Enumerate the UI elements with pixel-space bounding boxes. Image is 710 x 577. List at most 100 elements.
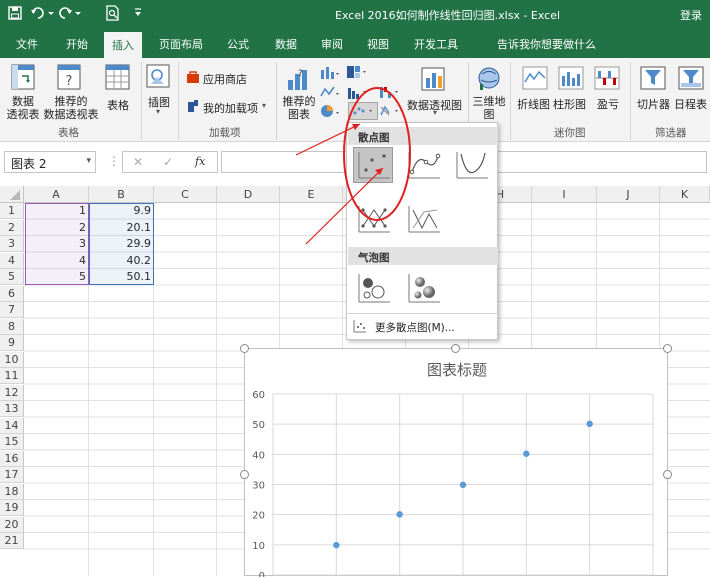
row-header-16[interactable]: 16 — [0, 450, 24, 467]
row-header-11[interactable]: 11 — [0, 368, 24, 384]
bubble-chart-icon[interactable] — [353, 269, 393, 305]
scatter-straight-markers-icon[interactable] — [353, 201, 393, 237]
pivot-chart-dropdown-icon[interactable]: ▾ — [433, 108, 437, 117]
row-header-1[interactable]: 1 — [0, 203, 24, 219]
row-header-13[interactable]: 13 — [0, 401, 24, 417]
timeline-icon[interactable] — [678, 66, 704, 93]
tab-developer[interactable]: 开发工具 — [414, 36, 458, 52]
tell-me-search[interactable]: 告诉我你想要做什么 — [497, 36, 596, 52]
row-header-8[interactable]: 8 — [0, 318, 24, 335]
more-scatter-charts[interactable]: 更多散点图(M)... — [375, 320, 455, 335]
tab-page-layout[interactable]: 页面布局 — [159, 36, 203, 52]
column-header-e[interactable]: E — [280, 186, 343, 203]
3d-map-icon[interactable] — [476, 64, 502, 95]
undo-icon[interactable] — [30, 5, 54, 24]
column-header-k[interactable]: K — [660, 186, 710, 203]
select-all-corner[interactable] — [0, 186, 24, 203]
recommended-charts-label[interactable]: 推荐的 图表 — [280, 95, 318, 121]
statistic-chart-icon[interactable] — [346, 84, 368, 103]
recommended-pivot-label[interactable]: 推荐的 数据透视表 — [42, 95, 100, 121]
row-header-12[interactable]: 12 — [0, 384, 24, 401]
pie-chart-icon[interactable] — [320, 103, 340, 122]
sparkline-column-icon[interactable] — [558, 66, 584, 93]
timeline-button[interactable]: 日程表 — [674, 96, 707, 112]
redo-icon[interactable] — [58, 5, 82, 24]
slicer-icon[interactable] — [640, 66, 666, 93]
row-header-10[interactable]: 10 — [0, 351, 24, 368]
row-header-15[interactable]: 15 — [0, 434, 24, 450]
scatter-straight-lines-icon[interactable] — [403, 201, 443, 237]
store-icon[interactable] — [186, 70, 200, 87]
row-header-4[interactable]: 4 — [0, 252, 24, 269]
scatter-markers-only-icon[interactable] — [353, 147, 393, 183]
sparkline-winloss-icon[interactable] — [594, 66, 620, 93]
column-header-c[interactable]: C — [154, 186, 217, 203]
name-box-dropdown-icon[interactable]: ▾ — [86, 156, 91, 166]
scatter-smooth-markers-icon[interactable] — [403, 147, 443, 183]
my-addins-button[interactable]: 我的加载项 — [203, 100, 258, 116]
tab-review[interactable]: 审阅 — [321, 36, 343, 52]
row-header-18[interactable]: 18 — [0, 483, 24, 500]
my-addins-dropdown-icon[interactable]: ▾ — [262, 101, 266, 110]
hierarchy-chart-icon[interactable] — [346, 64, 368, 83]
row-header-14[interactable]: 14 — [0, 417, 24, 434]
row-header-6[interactable]: 6 — [0, 285, 24, 302]
row-header-3[interactable]: 3 — [0, 236, 24, 252]
waterfall-chart-icon[interactable] — [378, 84, 400, 103]
recommended-charts-icon[interactable]: ? — [286, 66, 312, 95]
sparkline-winloss-button[interactable]: 盈亏 — [597, 96, 619, 112]
column-header-d[interactable]: D — [217, 186, 280, 203]
tab-view[interactable]: 视图 — [367, 36, 389, 52]
tab-file[interactable]: 文件 — [16, 36, 38, 52]
tab-home[interactable]: 开始 — [66, 36, 88, 52]
scatter-chart[interactable]: 图表标题 0 10 20 30 40 50 60 — [244, 348, 668, 577]
resize-handle[interactable] — [663, 344, 672, 353]
row-header-20[interactable]: 20 — [0, 516, 24, 533]
resize-handle[interactable] — [663, 470, 672, 479]
tab-insert[interactable]: 插入 — [104, 32, 142, 58]
illustrations-icon[interactable] — [146, 64, 172, 93]
column-header-b[interactable]: B — [89, 186, 154, 203]
3d-bubble-chart-icon[interactable] — [403, 269, 443, 305]
pivot-table-icon[interactable] — [11, 64, 37, 95]
cancel-icon[interactable]: ✕ — [133, 155, 143, 169]
line-chart-icon[interactable] — [320, 84, 340, 103]
my-addins-icon[interactable] — [186, 99, 200, 116]
save-icon[interactable] — [8, 6, 22, 23]
sparkline-line-button[interactable]: 折线图 — [517, 96, 550, 112]
3d-map-label[interactable]: 三维地图 — [470, 95, 508, 121]
enter-icon[interactable]: ✓ — [163, 155, 173, 169]
row-header-7[interactable]: 7 — [0, 302, 24, 318]
insert-function-icon[interactable]: fx — [195, 155, 205, 168]
row-header-21[interactable]: 21 — [0, 533, 24, 549]
pivot-table-label[interactable]: 数据 透视表 — [4, 95, 42, 121]
table-icon[interactable] — [105, 64, 131, 95]
sparkline-line-icon[interactable] — [522, 66, 548, 93]
store-button[interactable]: 应用商店 — [203, 71, 247, 87]
login-link[interactable]: 登录 — [680, 7, 702, 23]
row-header-2[interactable]: 2 — [0, 219, 24, 236]
column-header-i[interactable]: I — [532, 186, 597, 203]
sparkline-column-button[interactable]: 柱形图 — [553, 96, 586, 112]
pivot-chart-icon[interactable] — [420, 64, 448, 95]
print-preview-icon[interactable] — [106, 5, 120, 24]
tab-formulas[interactable]: 公式 — [227, 36, 249, 52]
resize-handle[interactable] — [451, 344, 460, 353]
row-header-5[interactable]: 5 — [0, 269, 24, 285]
recommended-pivot-icon[interactable]: ? — [57, 64, 83, 95]
row-header-17[interactable]: 17 — [0, 467, 24, 483]
column-header-j[interactable]: J — [597, 186, 660, 203]
resize-handle[interactable] — [240, 470, 249, 479]
tab-data[interactable]: 数据 — [275, 36, 297, 52]
scatter-smooth-lines-icon[interactable] — [451, 147, 491, 183]
combo-chart-icon[interactable] — [378, 103, 400, 122]
illustrations-dropdown-icon[interactable]: ▾ — [156, 107, 160, 116]
row-header-9[interactable]: 9 — [0, 335, 24, 351]
name-box[interactable]: 图表 2 ▾ — [4, 151, 96, 173]
slicer-button[interactable]: 切片器 — [637, 96, 670, 112]
scatter-chart-button[interactable] — [348, 102, 378, 120]
column-header-a[interactable]: A — [24, 186, 89, 203]
table-button-label[interactable]: 表格 — [107, 97, 129, 113]
row-header-19[interactable]: 19 — [0, 500, 24, 516]
resize-handle[interactable] — [240, 344, 249, 353]
